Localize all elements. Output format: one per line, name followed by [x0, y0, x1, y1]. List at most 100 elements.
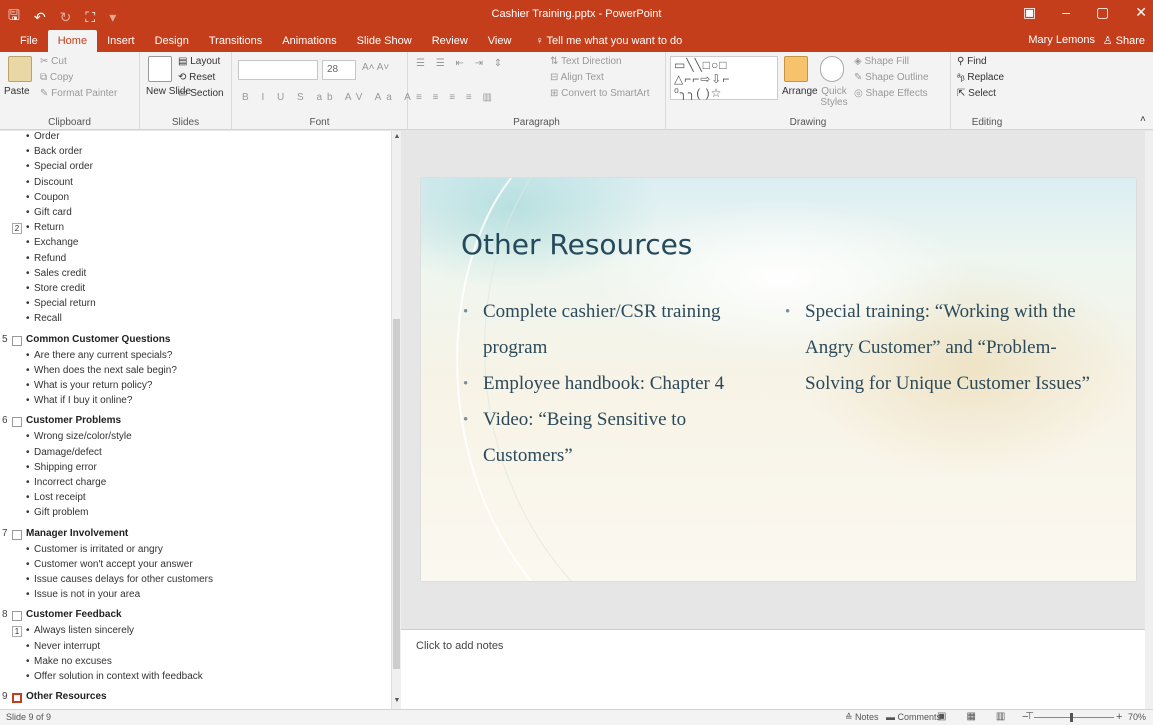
- shape-fill-button[interactable]: ◈ Shape Fill: [854, 56, 909, 67]
- outline-bullet[interactable]: What is your return policy?: [0, 380, 390, 395]
- slide-sorter-icon[interactable]: ▦: [966, 711, 975, 722]
- outline-bullet[interactable]: 2 Return: [0, 222, 390, 237]
- outline-slide-title[interactable]: 9 Other Resources: [0, 691, 390, 706]
- shapes-gallery[interactable]: ▭╲╲□○□ △⌐⌐⇨⇩⌐ ⁰╮╮( )☆: [670, 56, 778, 100]
- collapse-ribbon-icon[interactable]: ˄: [1140, 114, 1146, 125]
- align-icons[interactable]: ≡ ≡ ≡ ≡ ▥: [416, 92, 496, 103]
- tab-transitions[interactable]: Transitions: [199, 30, 272, 52]
- align-text-button[interactable]: ⊟ Align Text: [550, 72, 604, 83]
- outline-bullet[interactable]: Back order: [0, 146, 390, 161]
- outline-bullet[interactable]: Recall: [0, 313, 390, 328]
- outline-bullet[interactable]: Customer won't accept your answer: [0, 559, 390, 574]
- outline-slide-title[interactable]: 6 Customer Problems: [0, 415, 390, 430]
- convert-smartart-button[interactable]: ⊞ Convert to SmartArt: [550, 88, 650, 99]
- user-name[interactable]: Mary Lemons: [1028, 34, 1095, 46]
- zoom-slider-knob[interactable]: [1070, 713, 1073, 722]
- slide-thumbnail-icon[interactable]: [12, 417, 22, 428]
- outline-bullet[interactable]: Discount: [0, 177, 390, 192]
- comment-marker-icon[interactable]: 2: [12, 223, 22, 235]
- outline-bullet[interactable]: Damage/defect: [0, 447, 390, 462]
- slide-thumbnail-icon[interactable]: [12, 611, 22, 622]
- paste-icon[interactable]: [8, 56, 32, 82]
- outline-slide-title[interactable]: 8 Customer Feedback: [0, 609, 390, 624]
- tab-design[interactable]: Design: [145, 30, 199, 52]
- cut-button[interactable]: ✂ Cut: [40, 56, 67, 67]
- outline-bullet[interactable]: When does the next sale begin?: [0, 365, 390, 380]
- tab-home[interactable]: Home: [47, 30, 98, 52]
- tab-file[interactable]: File: [10, 30, 48, 52]
- outline-slide-title[interactable]: 5 Common Customer Questions: [0, 334, 390, 349]
- outline-bullet[interactable]: Special return: [0, 298, 390, 313]
- outline-bullet[interactable]: What if I buy it online?: [0, 395, 390, 410]
- outline-bullet[interactable]: Gift problem: [0, 507, 390, 522]
- slide-right-content[interactable]: Special training: “Working with the Angr…: [783, 294, 1103, 402]
- tab-animations[interactable]: Animations: [272, 30, 346, 52]
- shape-effects-button[interactable]: ◎ Shape Effects: [854, 88, 928, 99]
- find-button[interactable]: ⚲ Find: [957, 56, 987, 67]
- stage-scrollbar[interactable]: [1145, 131, 1153, 709]
- outline-pane[interactable]: Order Back order Special order Discount Coup…: [0, 131, 398, 709]
- outline-bullet[interactable]: Sales credit: [0, 268, 390, 283]
- font-name-combo[interactable]: [238, 60, 318, 80]
- paste-button[interactable]: Paste: [4, 86, 30, 97]
- notes-button[interactable]: ≙ Notes: [845, 712, 879, 723]
- list-icons[interactable]: ☰ ☰ ⇤ ⇥ ⇕: [416, 58, 506, 69]
- section-button[interactable]: ▭ Section: [178, 88, 224, 99]
- copy-button[interactable]: ⧉ Copy: [40, 72, 73, 83]
- tab-review[interactable]: Review: [422, 30, 478, 52]
- slide-thumbnail-icon[interactable]: [12, 529, 22, 540]
- share-button[interactable]: ♙ Share: [1103, 34, 1145, 47]
- format-painter-button[interactable]: ✎ Format Painter: [40, 88, 117, 99]
- text-direction-button[interactable]: ⇅ Text Direction: [550, 56, 622, 67]
- maximize-icon[interactable]: ▢: [1096, 4, 1109, 21]
- outline-bullet[interactable]: Issue is not in your area: [0, 589, 390, 604]
- slide-thumbnail-icon[interactable]: [12, 335, 22, 346]
- outline-slide-title[interactable]: 7 Manager Involvement: [0, 528, 390, 543]
- zoom-out-icon[interactable]: −: [1022, 711, 1028, 723]
- outline-bullet[interactable]: Shipping error: [0, 462, 390, 477]
- zoom-in-icon[interactable]: +: [1116, 711, 1122, 723]
- quick-styles-icon[interactable]: [820, 56, 844, 82]
- outline-bullet[interactable]: Offer solution in context with feedback: [0, 671, 390, 686]
- notes-pane[interactable]: Click to add notes: [401, 629, 1145, 709]
- tab-insert[interactable]: Insert: [97, 30, 145, 52]
- outline-bullet[interactable]: Are there any current specials?: [0, 350, 390, 365]
- outline-bullet[interactable]: Order: [0, 131, 390, 146]
- tab-slide-show[interactable]: Slide Show: [347, 30, 422, 52]
- outline-bullet[interactable]: Gift card: [0, 207, 390, 222]
- tell-me-search[interactable]: ♀ Tell me what you want to do: [521, 30, 692, 52]
- outline-scroll-thumb[interactable]: [393, 319, 400, 669]
- outline-bullet[interactable]: Never interrupt: [0, 641, 390, 656]
- arrange-button[interactable]: Arrange: [782, 86, 818, 97]
- outline-bullet[interactable]: Special order: [0, 161, 390, 176]
- grow-font-icon[interactable]: A˄ A˅: [362, 62, 389, 73]
- outline-bullet[interactable]: Issue causes delays for other customers: [0, 574, 390, 589]
- outline-bullet[interactable]: Store credit: [0, 283, 390, 298]
- zoom-level[interactable]: 70%: [1128, 712, 1146, 722]
- layout-button[interactable]: ▤ Layout: [178, 56, 220, 67]
- outline-bullet[interactable]: Wrong size/color/style: [0, 431, 390, 446]
- outline-bullet[interactable]: Exchange: [0, 237, 390, 252]
- shape-outline-button[interactable]: ✎ Shape Outline: [854, 72, 929, 83]
- arrange-icon[interactable]: [784, 56, 808, 82]
- slide-left-content[interactable]: Complete cashier/CSR training program Em…: [461, 294, 761, 474]
- comment-marker-icon[interactable]: 1: [12, 626, 22, 638]
- zoom-slider[interactable]: [1034, 713, 1114, 722]
- outline-bullet[interactable]: Make no excuses: [0, 656, 390, 671]
- select-button[interactable]: ⇱ Select: [957, 88, 996, 99]
- minimize-icon[interactable]: –: [1062, 4, 1070, 21]
- font-size-combo[interactable]: 28: [322, 60, 356, 80]
- font-format-icons[interactable]: B I U S ab AV Aa A: [242, 92, 416, 103]
- outline-bullet[interactable]: Refund: [0, 253, 390, 268]
- outline-bullet[interactable]: Customer is irritated or angry: [0, 544, 390, 559]
- slide-thumbnail-icon[interactable]: [12, 693, 22, 704]
- outline-bullet[interactable]: Incorrect charge: [0, 477, 390, 492]
- comments-button[interactable]: ▬ Comments: [886, 712, 941, 722]
- outline-bullet[interactable]: 1 Always listen sincerely: [0, 625, 390, 640]
- ribbon-display-icon[interactable]: ▣: [1023, 4, 1036, 21]
- replace-button[interactable]: ᵃᵦ Replace: [957, 72, 1004, 83]
- outline-scrollbar[interactable]: ▲ ▼: [391, 131, 401, 709]
- new-slide-icon[interactable]: [148, 56, 172, 82]
- reset-button[interactable]: ⟲ Reset: [178, 72, 215, 83]
- normal-view-icon[interactable]: ▣: [937, 711, 946, 722]
